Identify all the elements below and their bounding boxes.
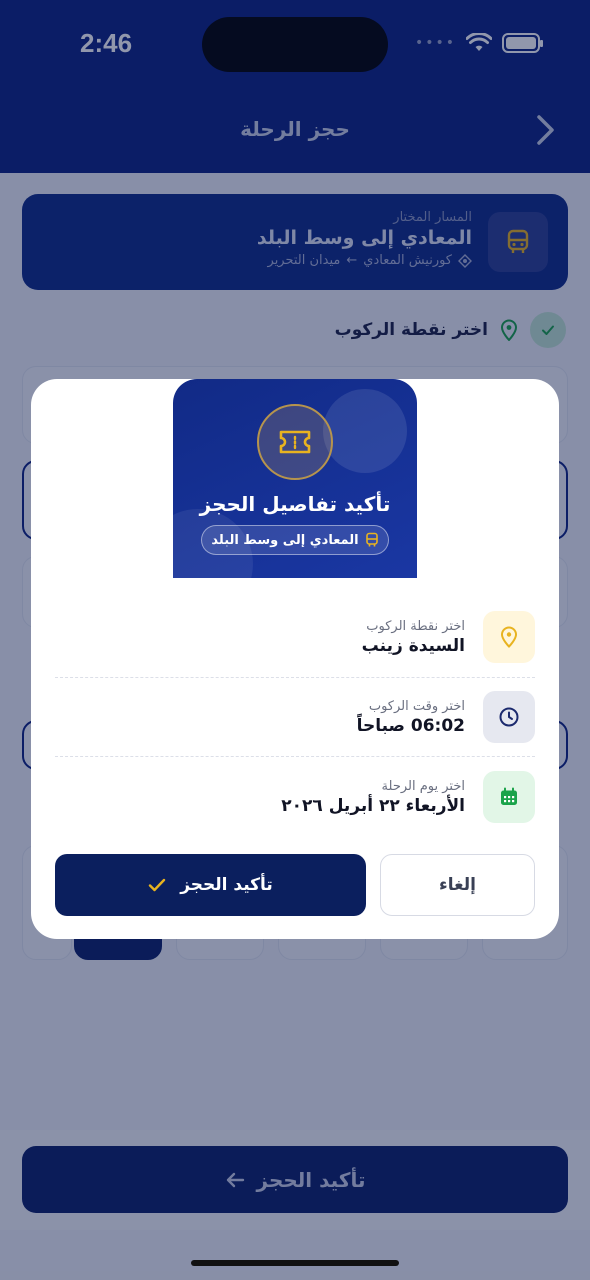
detail-label: اختر نقطة الركوب bbox=[366, 618, 465, 634]
map-pin-icon bbox=[483, 611, 535, 663]
detail-trip-day: اختر يوم الرحلة الأربعاء ٢٢ أبريل ٢٠٢٦ bbox=[55, 761, 535, 833]
route-pill: المعادي إلى وسط البلد bbox=[201, 525, 389, 555]
detail-value: السيدة زينب bbox=[361, 635, 465, 656]
bus-icon bbox=[365, 532, 378, 547]
cancel-button[interactable]: إلغاء bbox=[380, 854, 535, 916]
calendar-icon bbox=[483, 771, 535, 823]
detail-label: اختر يوم الرحلة bbox=[381, 778, 465, 794]
divider bbox=[55, 677, 535, 678]
detail-value: الأربعاء ٢٢ أبريل ٢٠٢٦ bbox=[281, 795, 465, 816]
route-pill-text: المعادي إلى وسط البلد bbox=[211, 532, 359, 548]
detail-label: اختر وقت الركوب bbox=[368, 698, 465, 714]
home-indicator bbox=[191, 1260, 399, 1266]
divider bbox=[55, 756, 535, 757]
check-icon bbox=[148, 878, 166, 892]
cancel-button-label: إلغاء bbox=[439, 875, 476, 895]
clock-icon bbox=[483, 691, 535, 743]
confirm-button-label: تأكيد الحجز bbox=[180, 875, 273, 895]
detail-pickup-time: اختر وقت الركوب 06:02 صباحاً bbox=[55, 681, 535, 753]
dialog-header: تأكيد تفاصيل الحجز المعادي إلى وسط البلد bbox=[173, 379, 417, 578]
detail-value: 06:02 صباحاً bbox=[356, 715, 465, 736]
detail-text: اختر نقطة الركوب السيدة زينب bbox=[362, 619, 465, 656]
ticket-icon bbox=[257, 404, 333, 480]
detail-pickup-point: اختر نقطة الركوب السيدة زينب bbox=[55, 601, 535, 673]
dialog-title: تأكيد تفاصيل الحجز bbox=[199, 492, 391, 516]
detail-text: اختر يوم الرحلة الأربعاء ٢٢ أبريل ٢٠٢٦ bbox=[281, 779, 465, 816]
detail-text: اختر وقت الركوب 06:02 صباحاً bbox=[357, 699, 465, 736]
decorative-circle bbox=[323, 389, 407, 473]
booking-confirmation-dialog: تأكيد تفاصيل الحجز المعادي إلى وسط البلد… bbox=[31, 379, 559, 939]
confirm-button[interactable]: تأكيد الحجز bbox=[55, 854, 366, 916]
